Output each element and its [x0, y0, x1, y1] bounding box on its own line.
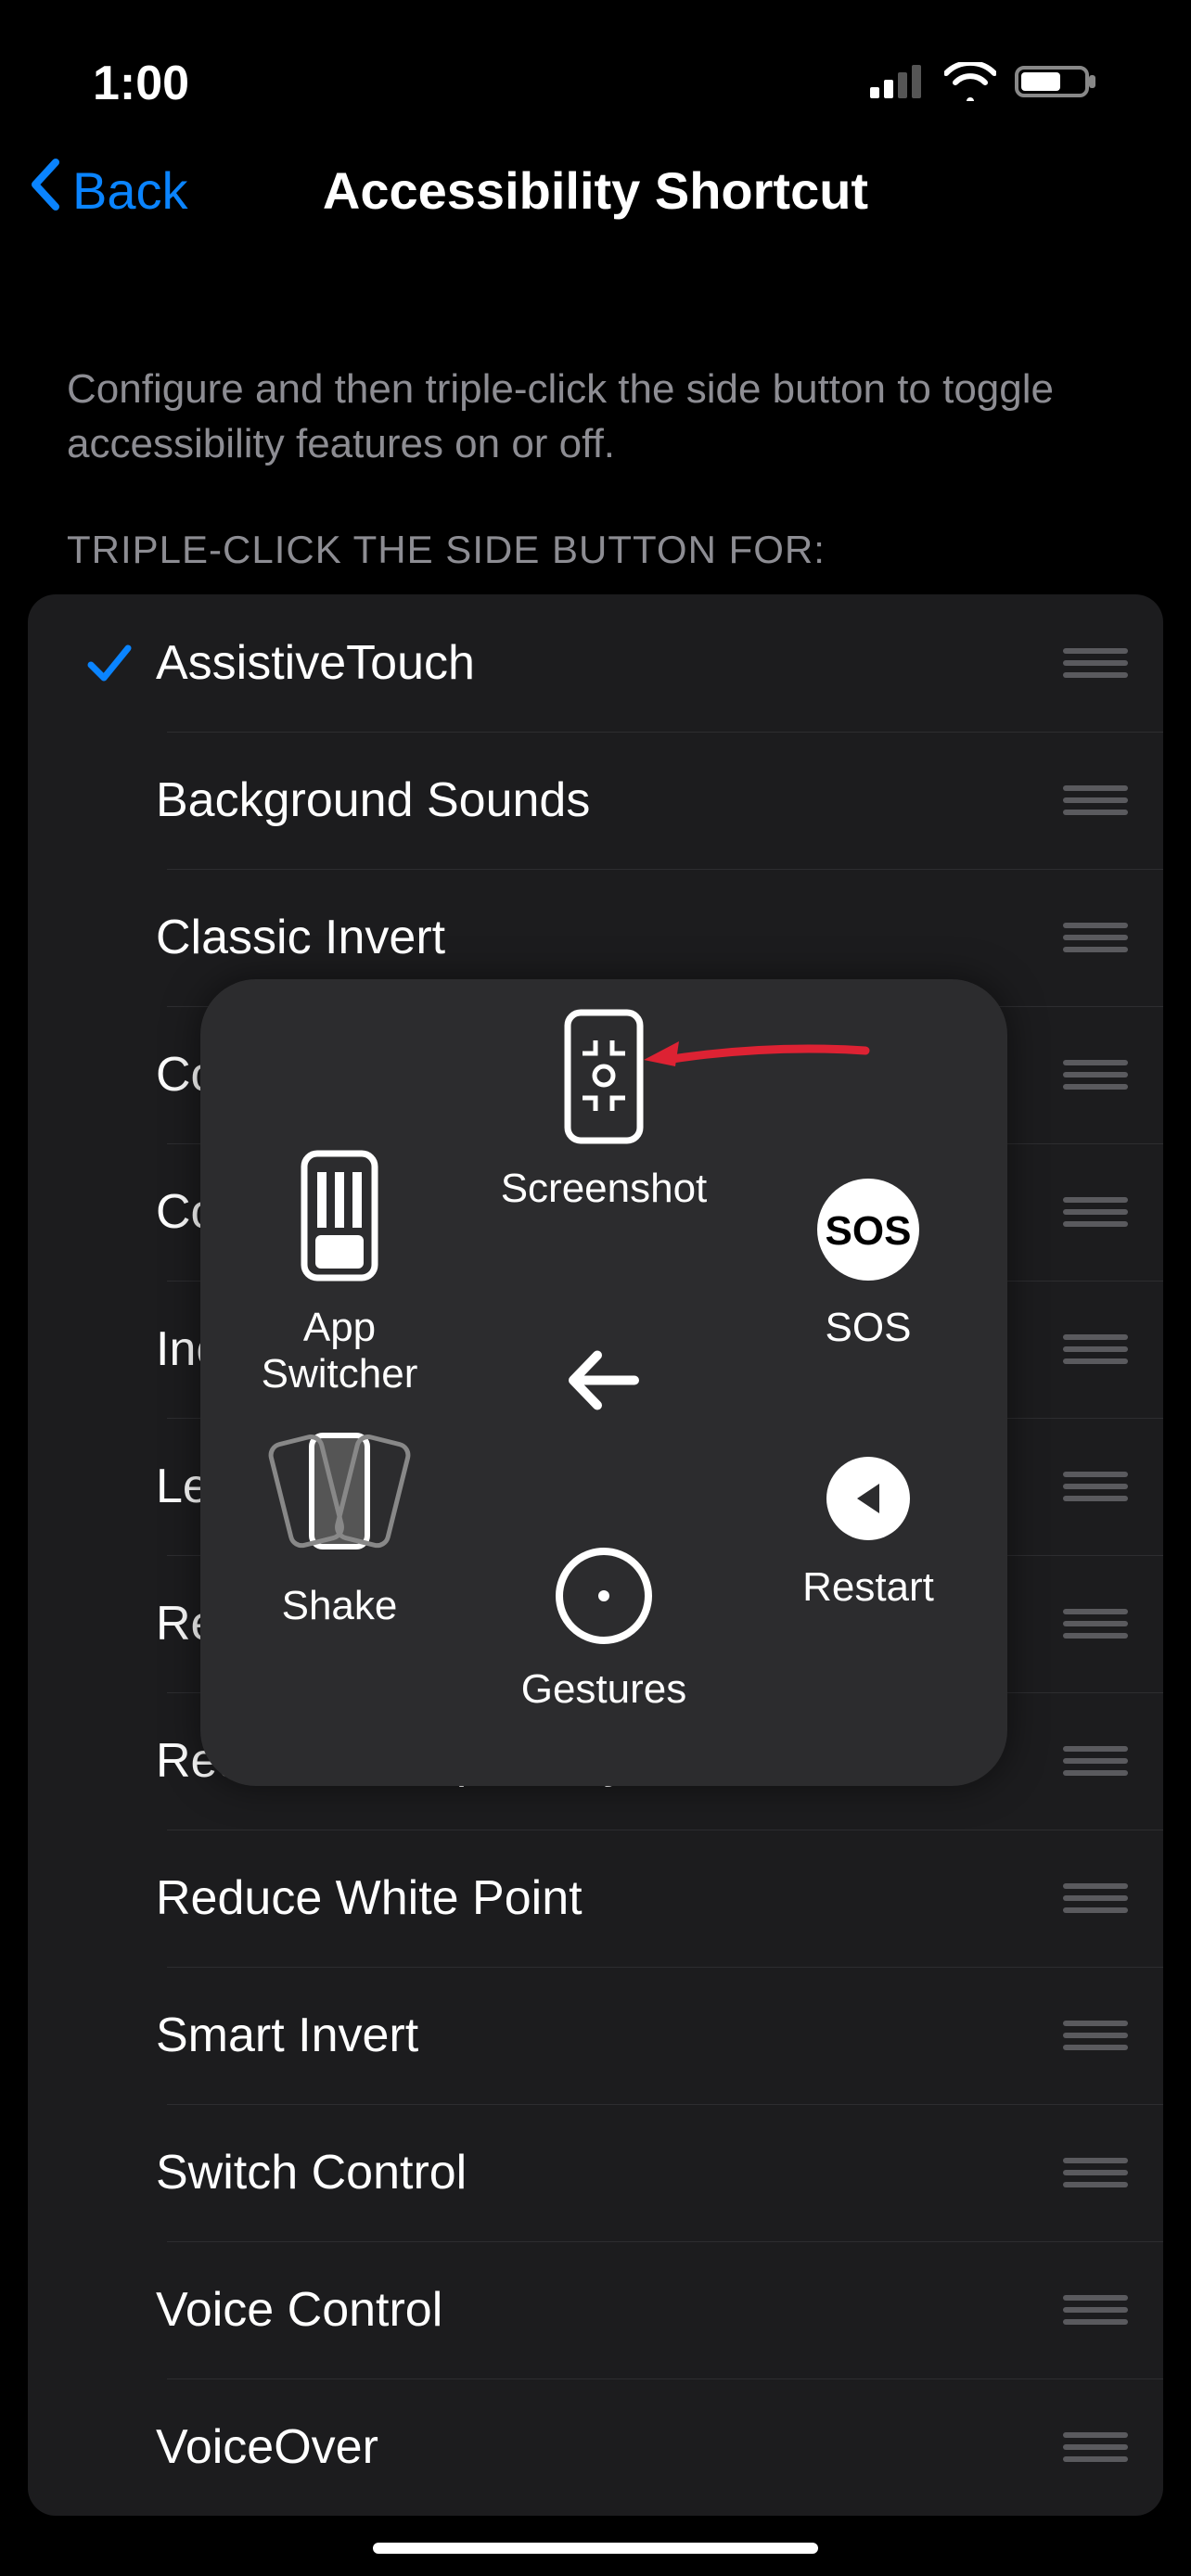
section-description: Configure and then triple-click the side… [0, 250, 1191, 472]
atm-restart-label: Restart [802, 1564, 934, 1611]
back-button[interactable]: Back [28, 159, 188, 223]
shake-icon [261, 1424, 418, 1568]
status-time: 1:00 [93, 56, 189, 111]
drag-handle-icon[interactable] [1063, 1880, 1128, 1917]
option-row[interactable]: Smart Invert [28, 1967, 1163, 2104]
back-label: Back [72, 160, 188, 221]
gestures-icon [553, 1545, 655, 1651]
assistivetouch-menu: Screenshot App Switcher SOS SOS [200, 979, 1007, 1786]
drag-handle-icon[interactable] [1063, 1468, 1128, 1505]
restart-icon [822, 1452, 915, 1549]
drag-handle-icon[interactable] [1063, 2017, 1128, 2054]
status-bar: 1:00 [0, 0, 1191, 130]
drag-handle-icon[interactable] [1063, 782, 1128, 819]
checkmark-icon [85, 639, 134, 687]
atm-shake-button[interactable]: Shake [228, 1424, 451, 1629]
drag-handle-icon[interactable] [1063, 1742, 1128, 1779]
option-label: Reduce White Point [156, 1870, 1063, 1926]
option-row[interactable]: Switch Control [28, 2104, 1163, 2241]
atm-sos-button[interactable]: SOS SOS [757, 1174, 980, 1351]
wifi-icon [944, 62, 996, 106]
atm-app-switcher-label: App Switcher [228, 1305, 451, 1397]
option-row[interactable]: AssistiveTouch [28, 594, 1163, 732]
atm-sos-label: SOS [826, 1305, 912, 1351]
battery-icon [1015, 62, 1098, 106]
option-row[interactable]: Background Sounds [28, 732, 1163, 869]
atm-screenshot-button[interactable]: Screenshot [493, 1007, 715, 1212]
cellular-icon [870, 63, 926, 105]
checkmark-slot [63, 639, 156, 687]
drag-handle-icon[interactable] [1063, 1605, 1128, 1642]
atm-gestures-label: Gestures [521, 1666, 687, 1713]
option-label: Classic Invert [156, 910, 1063, 965]
home-indicator [373, 2543, 818, 2554]
drag-handle-icon[interactable] [1063, 2291, 1128, 2328]
atm-back-button[interactable] [562, 1339, 646, 1427]
sos-icon: SOS [813, 1174, 924, 1290]
atm-shake-label: Shake [282, 1583, 398, 1629]
option-label: Background Sounds [156, 772, 1063, 828]
status-indicators [870, 62, 1098, 106]
option-label: VoiceOver [156, 2419, 1063, 2475]
option-label: Switch Control [156, 2145, 1063, 2200]
atm-gestures-button[interactable]: Gestures [493, 1545, 715, 1713]
drag-handle-icon[interactable] [1063, 2154, 1128, 2191]
chevron-left-icon [28, 159, 61, 223]
drag-handle-icon[interactable] [1063, 1056, 1128, 1093]
option-row[interactable]: Voice Control [28, 2241, 1163, 2378]
option-row[interactable]: VoiceOver [28, 2378, 1163, 2516]
option-label: AssistiveTouch [156, 635, 1063, 691]
drag-handle-icon[interactable] [1063, 644, 1128, 682]
drag-handle-icon[interactable] [1063, 1331, 1128, 1368]
option-label: Smart Invert [156, 2008, 1063, 2063]
screenshot-icon [562, 1007, 646, 1151]
section-subtitle: TRIPLE-CLICK THE SIDE BUTTON FOR: [0, 472, 1191, 594]
option-label: Voice Control [156, 2282, 1063, 2338]
atm-restart-button[interactable]: Restart [757, 1452, 980, 1611]
option-row[interactable]: Reduce White Point [28, 1830, 1163, 1967]
atm-app-switcher-button[interactable]: App Switcher [228, 1146, 451, 1397]
drag-handle-icon[interactable] [1063, 919, 1128, 956]
arrow-left-icon [562, 1339, 646, 1422]
drag-handle-icon[interactable] [1063, 2429, 1128, 2466]
nav-bar: Back Accessibility Shortcut [0, 130, 1191, 250]
svg-text:SOS: SOS [826, 1208, 912, 1254]
atm-screenshot-label: Screenshot [501, 1166, 708, 1212]
app-switcher-icon [295, 1146, 384, 1290]
drag-handle-icon[interactable] [1063, 1193, 1128, 1231]
